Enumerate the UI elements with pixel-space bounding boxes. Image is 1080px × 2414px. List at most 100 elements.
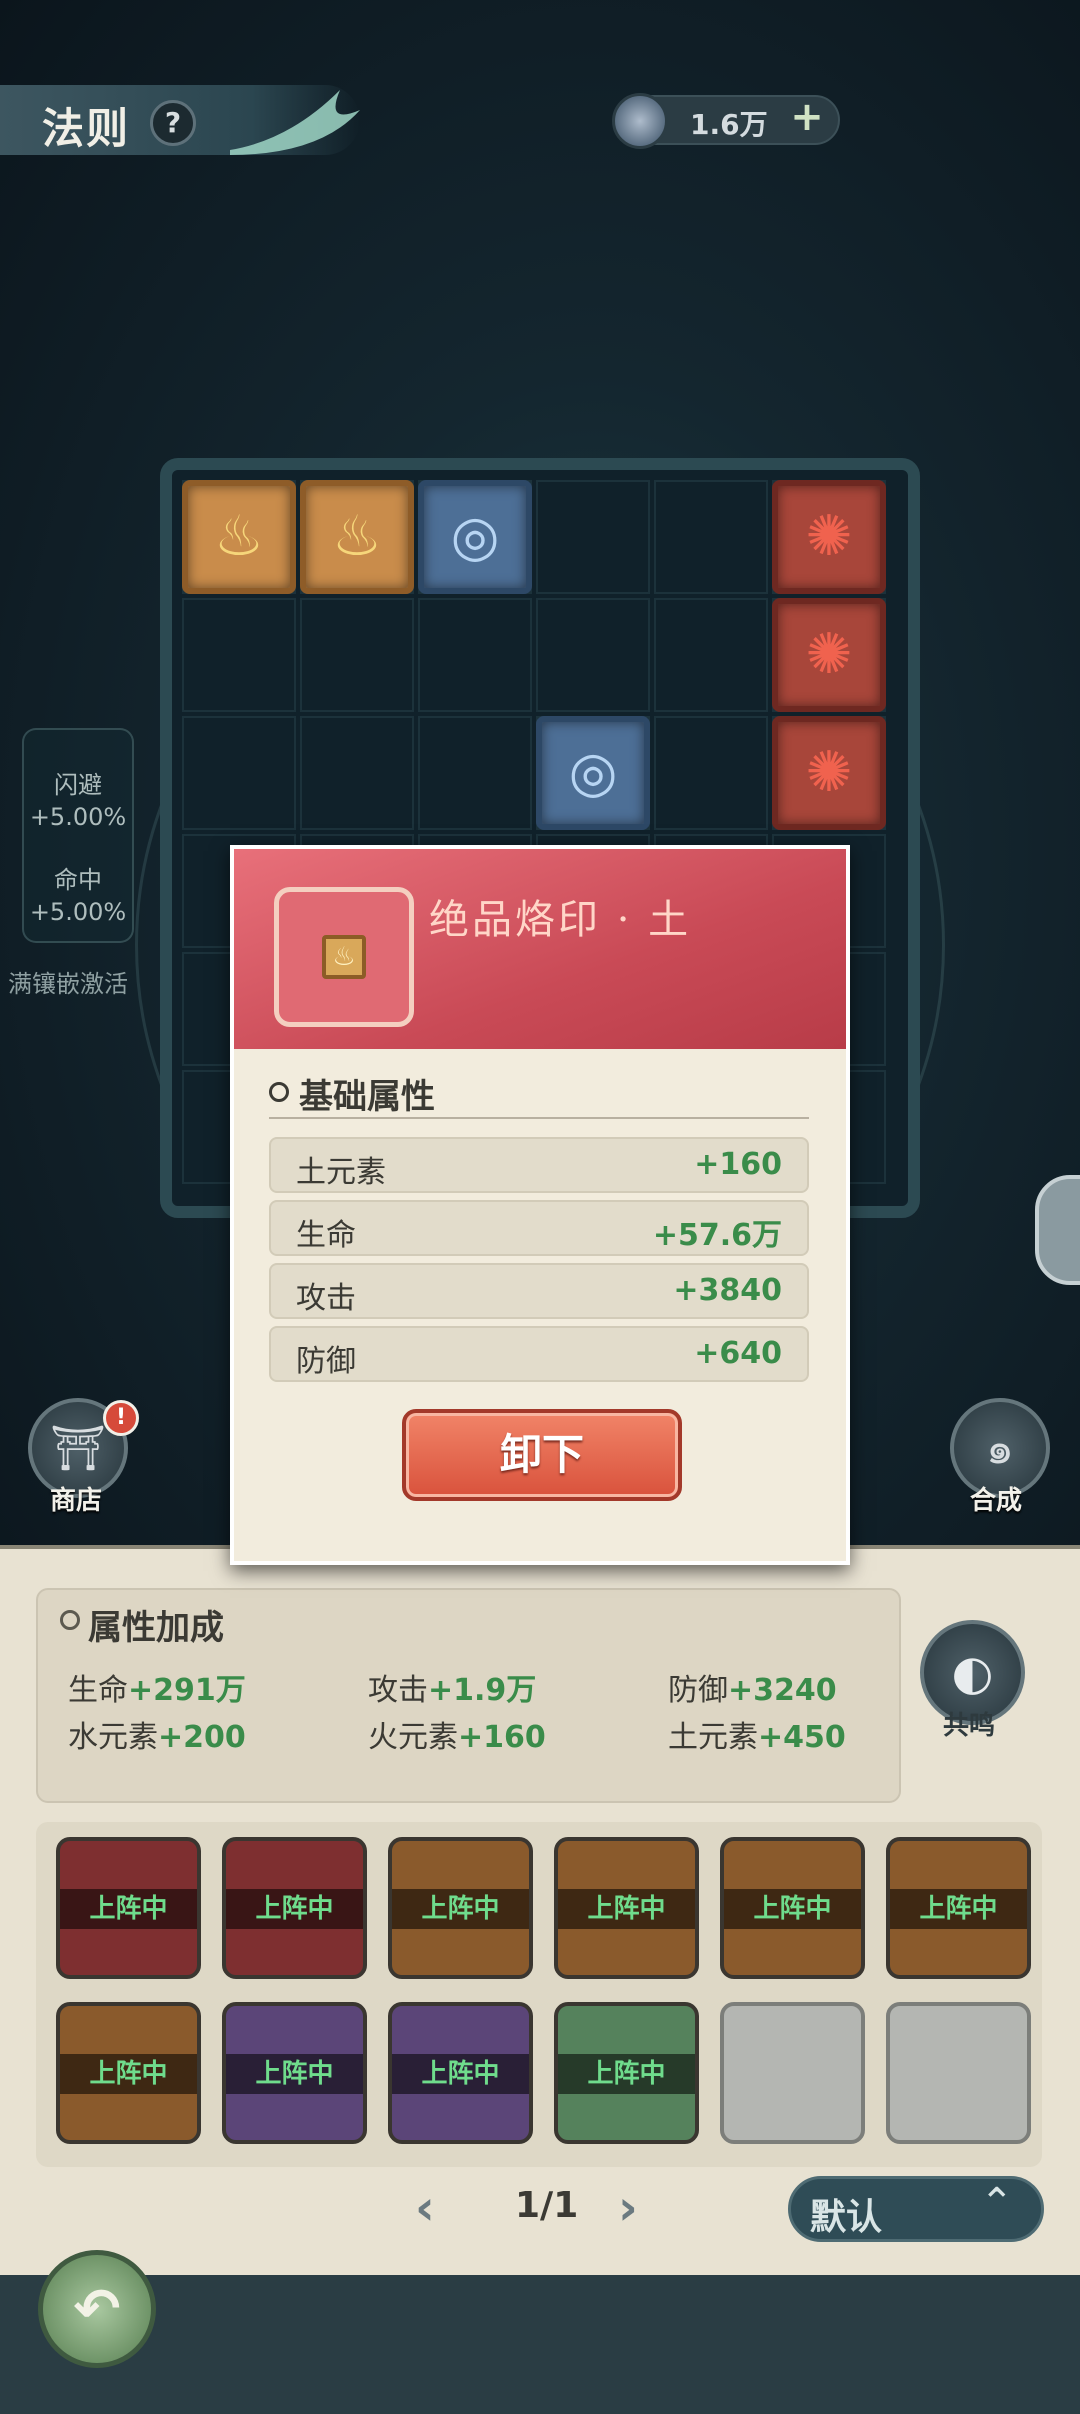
board-tile-earth[interactable]: ♨ xyxy=(300,480,414,594)
board-tile-fire[interactable]: ✺ xyxy=(772,480,886,594)
inventory-slot[interactable]: 上阵中 xyxy=(222,1837,367,1979)
board-tile-earth[interactable]: ♨ xyxy=(182,480,296,594)
attribute-name: 防御 xyxy=(668,1673,728,1708)
stat-value: +57.6万 xyxy=(652,1218,782,1253)
attribute-name: 生命 xyxy=(68,1673,128,1708)
resonance-label: 共鸣 xyxy=(943,1711,996,1741)
attribute-name: 火元素 xyxy=(368,1720,458,1755)
board-tile-fire[interactable]: ✺ xyxy=(772,598,886,712)
stat-row: 攻击 +3840 xyxy=(269,1263,809,1319)
hit-label: 命中 xyxy=(54,866,102,894)
equipped-status: 上阵中 xyxy=(724,1889,861,1929)
shop-label: 商店 xyxy=(50,1486,103,1516)
inventory-slot[interactable]: 上阵中 xyxy=(222,2002,367,2144)
prev-page-icon[interactable]: ‹ xyxy=(415,2180,435,2236)
equipped-status: 上阵中 xyxy=(558,2054,695,2094)
board-cell[interactable] xyxy=(536,598,650,712)
item-thumbnail: ♨ xyxy=(274,887,414,1027)
inventory-slot[interactable]: 上阵中 xyxy=(56,2002,201,2144)
attribute-bonus-item: 水元素+200 xyxy=(68,1712,246,1756)
help-icon[interactable]: ? xyxy=(150,100,196,146)
board-tile-water[interactable]: ◎ xyxy=(418,480,532,594)
inventory-slot[interactable]: 上阵中 xyxy=(886,1837,1031,1979)
equipped-status: 上阵中 xyxy=(392,2054,529,2094)
equipped-status: 上阵中 xyxy=(558,1889,695,1929)
equipped-status: 上阵中 xyxy=(392,1889,529,1929)
attribute-value: +3240 xyxy=(728,1673,837,1708)
next-page-icon[interactable]: › xyxy=(618,2180,638,2236)
attribute-name: 攻击 xyxy=(368,1673,428,1708)
section-bullet-icon xyxy=(60,1610,80,1630)
attribute-value: +291万 xyxy=(128,1673,246,1708)
board-cell[interactable] xyxy=(300,716,414,830)
wing-decoration-icon xyxy=(230,90,360,155)
hit-value: +5.00% xyxy=(29,898,127,926)
attribute-bonus-item: 生命+291万 xyxy=(68,1665,246,1709)
stat-name: 生命 xyxy=(296,1218,356,1253)
fire-element-icon: ✺ xyxy=(805,504,853,569)
bottom-bar xyxy=(0,2275,1080,2414)
synth-label: 合成 xyxy=(970,1486,1023,1516)
board-cell[interactable] xyxy=(418,716,532,830)
attribute-value: +200 xyxy=(158,1720,246,1755)
attribute-bonus-item: 土元素+450 xyxy=(668,1712,846,1756)
water-element-icon: ◎ xyxy=(568,740,618,805)
board-tile-fire[interactable]: ✺ xyxy=(772,716,886,830)
notification-badge: ! xyxy=(103,1400,139,1436)
earth-seal-icon: ♨ xyxy=(322,935,366,979)
board-cell[interactable] xyxy=(182,598,296,712)
chevron-up-icon: ⌃ xyxy=(980,2180,1014,2226)
stat-row: 生命 +57.6万 xyxy=(269,1200,809,1256)
inventory-slot[interactable]: 上阵中 xyxy=(554,1837,699,1979)
board-cell[interactable] xyxy=(654,716,768,830)
empty-slot[interactable] xyxy=(720,2002,865,2144)
stat-value: +3840 xyxy=(673,1273,782,1308)
fire-element-icon: ✺ xyxy=(805,622,853,687)
inventory-slot[interactable]: 上阵中 xyxy=(56,1837,201,1979)
board-cell[interactable] xyxy=(418,598,532,712)
page-indicator: 1/1 xyxy=(515,2185,579,2226)
stat-row: 土元素 +160 xyxy=(269,1137,809,1193)
board-cell[interactable] xyxy=(654,598,768,712)
empty-slot[interactable] xyxy=(886,2002,1031,2144)
attribute-bonus-item: 火元素+160 xyxy=(368,1712,546,1756)
stat-value: +640 xyxy=(694,1336,782,1371)
board-cell[interactable] xyxy=(536,480,650,594)
board-cell[interactable] xyxy=(654,480,768,594)
side-drawer-handle[interactable] xyxy=(1035,1175,1080,1285)
attribute-bonus-title: 属性加成 xyxy=(88,1608,224,1648)
equipped-status: 上阵中 xyxy=(226,2054,363,2094)
stat-value: +160 xyxy=(694,1147,782,1182)
resonance-icon: ◐ xyxy=(951,1644,994,1701)
earth-element-icon: ♨ xyxy=(331,504,383,569)
base-attributes-title: 基础属性 xyxy=(299,1077,435,1117)
board-cell[interactable] xyxy=(300,598,414,712)
attribute-name: 水元素 xyxy=(68,1720,158,1755)
unequip-button[interactable]: 卸下 xyxy=(402,1409,682,1501)
inventory-slot[interactable]: 上阵中 xyxy=(388,2002,533,2144)
fire-element-icon: ✺ xyxy=(805,740,853,805)
water-element-icon: ◎ xyxy=(450,504,500,569)
activate-condition: 满镶嵌激活 xyxy=(8,970,128,998)
stat-name: 攻击 xyxy=(296,1281,356,1316)
board-cell[interactable] xyxy=(182,716,296,830)
plus-icon[interactable]: + xyxy=(785,95,829,139)
item-name: 绝品烙印 · 土 xyxy=(429,897,692,943)
inventory-slot[interactable]: 上阵中 xyxy=(720,1837,865,1979)
back-button[interactable]: ↶ xyxy=(38,2250,156,2368)
dodge-label: 闪避 xyxy=(54,771,102,799)
orb-icon xyxy=(612,93,668,149)
board-tile-water[interactable]: ◎ xyxy=(536,716,650,830)
page-title: 法则 xyxy=(42,104,131,153)
inventory-slot[interactable]: 上阵中 xyxy=(388,1837,533,1979)
attribute-value: +1.9万 xyxy=(428,1673,537,1708)
section-bullet-icon xyxy=(269,1082,289,1102)
attribute-value: +450 xyxy=(758,1720,846,1755)
stat-name: 防御 xyxy=(296,1344,356,1379)
equipped-status: 上阵中 xyxy=(60,1889,197,1929)
equipped-status: 上阵中 xyxy=(890,1889,1027,1929)
stat-row: 防御 +640 xyxy=(269,1326,809,1382)
inventory-slot[interactable]: 上阵中 xyxy=(554,2002,699,2144)
attribute-name: 土元素 xyxy=(668,1720,758,1755)
attribute-value: +160 xyxy=(458,1720,546,1755)
